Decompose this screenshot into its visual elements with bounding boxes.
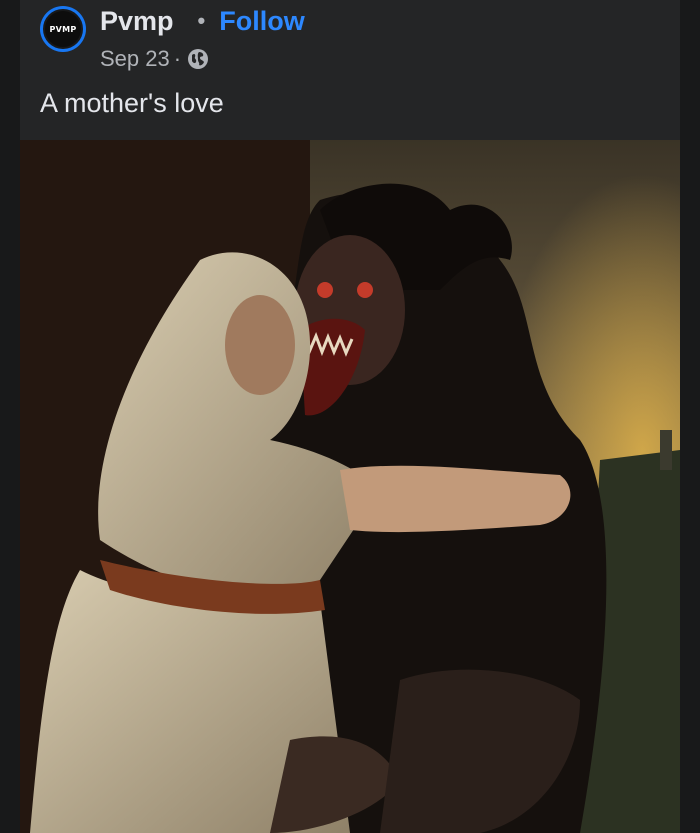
avatar[interactable]: PVMP [40, 6, 86, 52]
author-name[interactable]: Pvmp [100, 6, 174, 37]
avatar-image: PVMP [43, 9, 83, 49]
post-caption: A mother's love [40, 88, 224, 118]
left-gutter [0, 0, 20, 833]
post-image[interactable] [20, 140, 680, 833]
globe-icon[interactable] [187, 48, 209, 70]
post-header: PVMP Pvmp • Follow Sep 23 · A mother's l… [20, 0, 680, 140]
post-date[interactable]: Sep 23 [100, 46, 170, 72]
separator-dot: • [197, 8, 206, 33]
right-gutter [680, 0, 700, 833]
follow-button[interactable]: Follow [219, 6, 304, 37]
author-row: Pvmp • Follow [100, 2, 305, 40]
post-card: PVMP Pvmp • Follow Sep 23 · A mother's l… [20, 0, 680, 833]
avatar-logo-text: PVMP [49, 24, 77, 34]
post-meta: Sep 23 · [100, 44, 209, 74]
meta-separator: · [173, 46, 182, 71]
